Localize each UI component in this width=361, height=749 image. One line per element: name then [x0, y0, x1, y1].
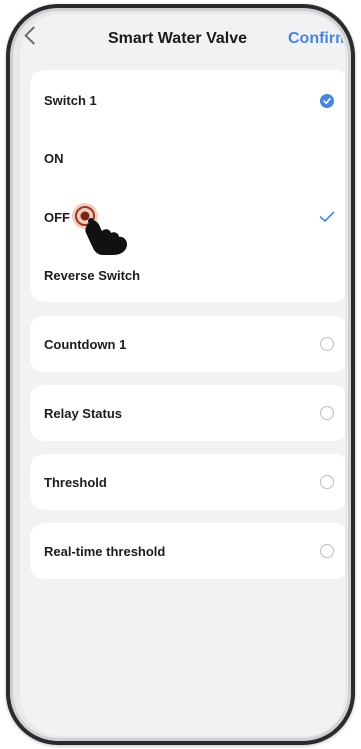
nav-bar: Smart Water Valve Confirm: [20, 24, 345, 54]
page-title: Smart Water Valve: [108, 30, 248, 47]
tap-hand-icon: [72, 203, 127, 255]
app-screen: Smart Water Valve Confirm Switch 1 ON OF…: [20, 14, 345, 736]
item-radio[interactable]: [320, 337, 334, 351]
checkmark-icon: [323, 98, 331, 104]
reverse-switch-label[interactable]: Reverse Switch: [44, 268, 140, 283]
item-label: Threshold: [44, 475, 107, 490]
list-item-realtime-threshold[interactable]: Real-time threshold: [30, 523, 345, 579]
item-label: Real-time threshold: [44, 544, 166, 559]
switch-1-checkbox[interactable]: [320, 94, 334, 108]
off-checkmark-icon: [319, 211, 335, 222]
list-item-relay-status[interactable]: Relay Status: [30, 385, 345, 441]
list-item-threshold[interactable]: Threshold: [30, 454, 345, 510]
back-chevron-icon[interactable]: [24, 26, 43, 45]
switch-1-label[interactable]: Switch 1: [44, 93, 97, 108]
option-on[interactable]: ON: [44, 151, 64, 166]
item-radio[interactable]: [320, 475, 334, 489]
item-radio[interactable]: [320, 406, 334, 420]
confirm-button[interactable]: Confirm: [288, 30, 345, 48]
list-item-countdown[interactable]: Countdown 1: [30, 316, 345, 372]
item-label: Countdown 1: [44, 337, 127, 352]
switch-card: Switch 1 ON OFF Reverse Switch: [30, 70, 345, 302]
item-label: Relay Status: [44, 406, 123, 421]
item-radio[interactable]: [320, 544, 334, 558]
